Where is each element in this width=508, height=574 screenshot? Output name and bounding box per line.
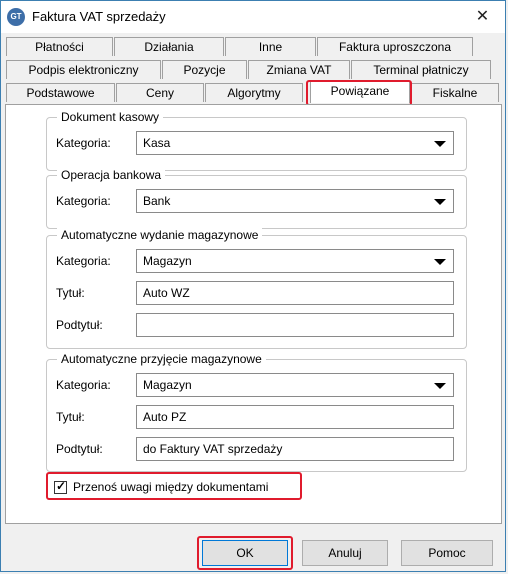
dropdown-arrow-icon[interactable]: [434, 259, 446, 265]
dropdown-arrow-icon[interactable]: [434, 141, 446, 147]
wydanie-tytul-input[interactable]: Auto WZ: [136, 281, 454, 305]
kategoria-label: Kategoria:: [56, 254, 111, 268]
group-legend: Dokument kasowy: [57, 110, 164, 124]
tab-podstawowe[interactable]: Podstawowe: [6, 83, 115, 102]
tab-podpis-elektroniczny[interactable]: Podpis elektroniczny: [6, 60, 161, 79]
group-przyjecie-magazynowe: Automatyczne przyjęcie magazynowe Katego…: [46, 352, 467, 472]
cancel-button[interactable]: Anuluj: [302, 540, 388, 566]
select-value: Magazyn: [143, 254, 192, 268]
przyjecie-podtytul-input[interactable]: do Faktury VAT sprzedaży: [136, 437, 454, 461]
tab-platnosci[interactable]: Płatności: [6, 37, 113, 56]
kategoria-label: Kategoria:: [56, 136, 111, 150]
tab-strip: Płatności Działania Inne Faktura uproszc…: [5, 34, 501, 104]
group-legend: Automatyczne przyjęcie magazynowe: [57, 352, 266, 366]
przenos-uwagi-checkbox[interactable]: ✓: [54, 479, 67, 494]
select-value: Kasa: [143, 136, 171, 150]
tab-faktura-uproszczona[interactable]: Faktura uproszczona: [317, 37, 473, 56]
group-legend: Operacja bankowa: [57, 168, 166, 182]
kategoria-label: Kategoria:: [56, 194, 111, 208]
tab-terminal-platniczy[interactable]: Terminal płatniczy: [351, 60, 491, 79]
przyjecie-tytul-input[interactable]: Auto PZ: [136, 405, 454, 429]
select-value: Magazyn: [143, 378, 192, 392]
help-button[interactable]: Pomoc: [401, 540, 493, 566]
kategoria-label: Kategoria:: [56, 378, 111, 392]
group-dokument-kasowy: Dokument kasowy Kategoria: Kasa: [46, 110, 467, 171]
window-title: Faktura VAT sprzedaży: [32, 9, 166, 24]
title-bar: GT Faktura VAT sprzedaży ✕: [1, 1, 505, 33]
przenos-uwagi-label[interactable]: Przenoś uwagi między dokumentami: [73, 480, 268, 494]
tytul-label: Tytuł:: [56, 286, 85, 300]
group-legend: Automatyczne wydanie magazynowe: [57, 228, 263, 242]
group-wydanie-magazynowe: Automatyczne wydanie magazynowe Kategori…: [46, 228, 467, 349]
kasa-kategoria-select[interactable]: Kasa: [136, 131, 454, 155]
tab-algorytmy[interactable]: Algorytmy: [205, 83, 303, 102]
select-value: Bank: [143, 194, 171, 208]
tab-ceny[interactable]: Ceny: [116, 83, 204, 102]
tab-dzialania[interactable]: Działania: [114, 37, 224, 56]
tab-powiazane[interactable]: Powiązane: [310, 81, 410, 103]
close-button[interactable]: ✕: [460, 1, 505, 33]
tab-panel-powiazane: Dokument kasowy Kategoria: Kasa Operacja…: [5, 104, 502, 524]
app-logo-icon: GT: [7, 8, 25, 26]
podtytul-label: Podtytuł:: [56, 318, 103, 332]
przyjecie-kategoria-select[interactable]: Magazyn: [136, 373, 454, 397]
group-operacja-bankowa: Operacja bankowa Kategoria: Bank: [46, 168, 467, 229]
dropdown-arrow-icon[interactable]: [434, 383, 446, 389]
bank-kategoria-select[interactable]: Bank: [136, 189, 454, 213]
podtytul-label: Podtytuł:: [56, 442, 103, 456]
tab-inne[interactable]: Inne: [225, 37, 316, 56]
wydanie-podtytul-input[interactable]: [136, 313, 454, 337]
tab-pozycje[interactable]: Pozycje: [162, 60, 247, 79]
tytul-label: Tytuł:: [56, 410, 85, 424]
checkmark-icon: ✓: [56, 479, 67, 493]
tab-zmiana-vat[interactable]: Zmiana VAT: [248, 60, 350, 79]
tab-fiskalne[interactable]: Fiskalne: [411, 83, 499, 102]
dropdown-arrow-icon[interactable]: [434, 199, 446, 205]
wydanie-kategoria-select[interactable]: Magazyn: [136, 249, 454, 273]
ok-button[interactable]: OK: [202, 540, 288, 566]
dialog-window: GT Faktura VAT sprzedaży ✕ Płatności Dzi…: [0, 0, 506, 572]
